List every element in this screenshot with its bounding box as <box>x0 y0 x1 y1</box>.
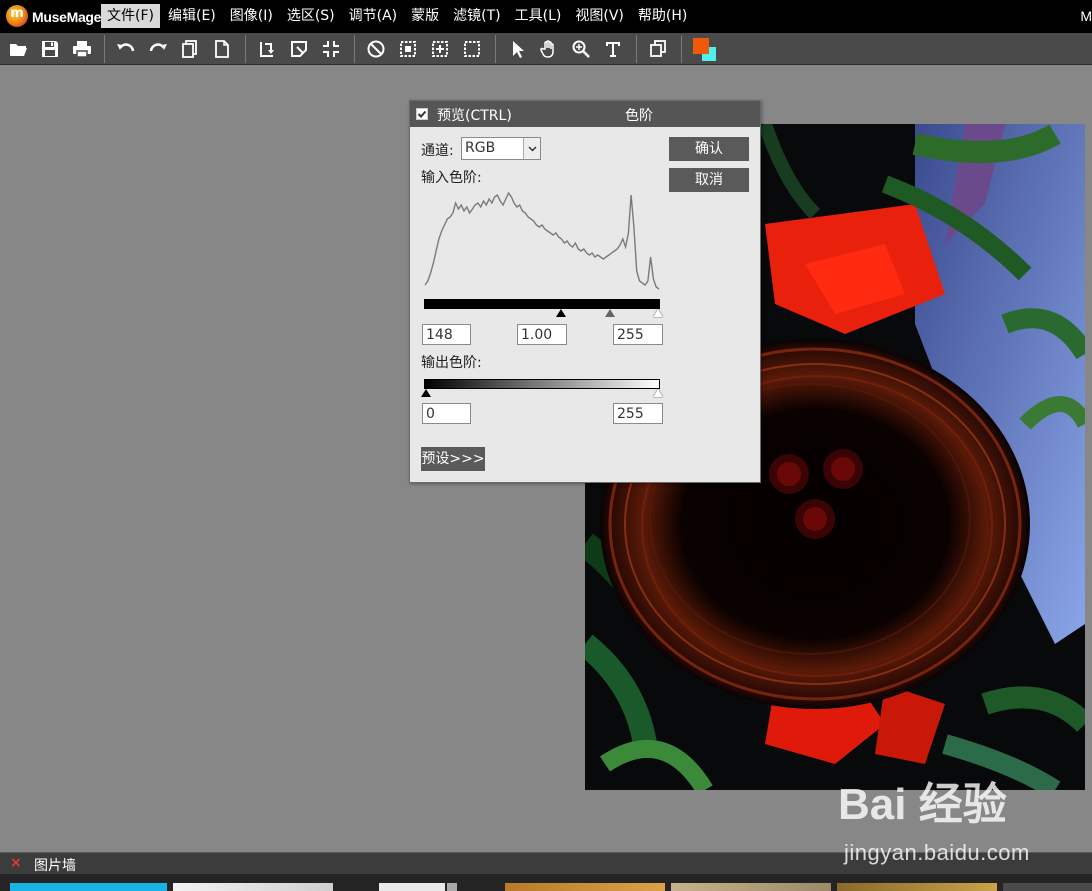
output-black-field[interactable]: 0 <box>422 403 471 424</box>
input-black-field[interactable]: 148 <box>422 324 471 345</box>
select-move-icon[interactable] <box>427 36 453 62</box>
output-levels-bar <box>424 379 660 389</box>
menu-tools[interactable]: 工具(L) <box>509 4 568 28</box>
preview-label: 预览(CTRL) <box>437 108 512 124</box>
watermark-brand: Bai 经验 <box>838 780 1007 829</box>
menu-bar: m MuseMage 文件(F) 编辑(E) 图像(I) 选区(S) 调节(A)… <box>0 0 1092 33</box>
toolbar-separator <box>245 35 246 63</box>
menu-filter[interactable]: 滤镜(T) <box>447 4 506 28</box>
toolbar-separator <box>495 35 496 63</box>
toolbar <box>0 33 1092 65</box>
output-levels-label: 输出色阶: <box>421 355 482 371</box>
menu-image[interactable]: 图像(I) <box>224 4 279 28</box>
channel-label: 通道: <box>421 143 454 159</box>
new-icon[interactable] <box>209 36 235 62</box>
input-levels-bar <box>424 299 660 309</box>
histogram-line <box>424 191 660 290</box>
output-white-slider[interactable] <box>653 389 663 397</box>
ok-button[interactable]: 确认 <box>669 137 749 161</box>
preview-checkbox[interactable] <box>416 108 428 120</box>
menu-help[interactable]: 帮助(H) <box>632 4 693 28</box>
thumbnail[interactable] <box>505 883 665 891</box>
image-wall-title: 图片墙 <box>34 858 76 874</box>
menu-mask[interactable]: 蒙版 <box>405 4 445 28</box>
app-name: MuseMage <box>32 9 102 25</box>
menu-items: 文件(F) 编辑(E) 图像(I) 选区(S) 调节(A) 蒙版 滤镜(T) 工… <box>101 4 695 28</box>
menu-adjust[interactable]: 调节(A) <box>343 4 404 28</box>
cancel-button[interactable]: 取消 <box>669 168 749 192</box>
input-gamma-field[interactable]: 1.00 <box>517 324 567 345</box>
thumbnail[interactable] <box>447 883 457 891</box>
app-logo: m <box>6 5 28 27</box>
levels-dialog: 预览(CTRL) 色阶 通道: RGB 确认 取消 输入色阶: 148 1.00… <box>409 100 761 483</box>
hand-icon[interactable] <box>536 36 562 62</box>
copy-icon[interactable] <box>177 36 203 62</box>
thumbnail[interactable] <box>379 883 445 891</box>
rotate-icon[interactable] <box>254 36 280 62</box>
watermark-url: jingyan.baidu.com <box>844 840 1030 865</box>
histogram <box>424 191 660 290</box>
channel-value: RGB <box>465 140 496 156</box>
input-white-field[interactable]: 255 <box>613 324 663 345</box>
save-icon[interactable] <box>37 36 63 62</box>
menu-edit[interactable]: 编辑(E) <box>162 4 222 28</box>
thumbnail[interactable] <box>173 883 333 891</box>
text-icon[interactable] <box>600 36 626 62</box>
dialog-title: 色阶 <box>625 108 653 124</box>
menu-select[interactable]: 选区(S) <box>281 4 341 28</box>
foreground-color-swatch[interactable] <box>693 38 709 54</box>
print-icon[interactable] <box>69 36 95 62</box>
toolbar-separator <box>636 35 637 63</box>
input-gamma-slider[interactable] <box>605 309 615 317</box>
thumbnail[interactable] <box>1003 883 1092 891</box>
menu-file[interactable]: 文件(F) <box>101 4 160 28</box>
menu-view[interactable]: 视图(V) <box>569 4 630 28</box>
deselect-icon[interactable] <box>363 36 389 62</box>
baidu-watermark: Bai 经验 jingyan.baidu.com <box>838 768 1078 868</box>
open-icon[interactable] <box>5 36 31 62</box>
pointer-icon[interactable] <box>504 36 530 62</box>
toolbar-separator <box>354 35 355 63</box>
output-white-field[interactable]: 255 <box>613 403 663 424</box>
select-all-icon[interactable] <box>459 36 485 62</box>
color-swatches[interactable] <box>690 36 720 64</box>
close-icon[interactable]: × <box>10 855 22 871</box>
thumbnail[interactable] <box>837 883 997 891</box>
channel-select[interactable]: RGB <box>461 137 541 160</box>
check-icon <box>417 110 427 118</box>
chevron-down-icon[interactable] <box>523 138 540 159</box>
input-black-slider[interactable] <box>556 309 566 317</box>
window-title-truncated: M <box>1080 8 1092 24</box>
redo-icon[interactable] <box>145 36 171 62</box>
thumbnail[interactable] <box>671 883 831 891</box>
toolbar-separator <box>681 35 682 63</box>
toolbar-separator <box>104 35 105 63</box>
crop-icon[interactable] <box>286 36 312 62</box>
output-black-slider[interactable] <box>421 389 431 397</box>
presets-button[interactable]: 预设>>> <box>421 447 485 471</box>
input-white-slider[interactable] <box>653 309 663 317</box>
input-levels-label: 输入色阶: <box>421 170 482 186</box>
select-rect-icon[interactable] <box>395 36 421 62</box>
undo-icon[interactable] <box>113 36 139 62</box>
zoom-icon[interactable] <box>568 36 594 62</box>
thumbnail[interactable] <box>10 883 167 891</box>
layers-icon[interactable] <box>645 36 671 62</box>
fit-icon[interactable] <box>318 36 344 62</box>
thumbnail-strip <box>0 874 1092 891</box>
app-logo-letter: m <box>10 6 24 21</box>
dialog-title-bar[interactable]: 预览(CTRL) 色阶 <box>410 101 760 127</box>
